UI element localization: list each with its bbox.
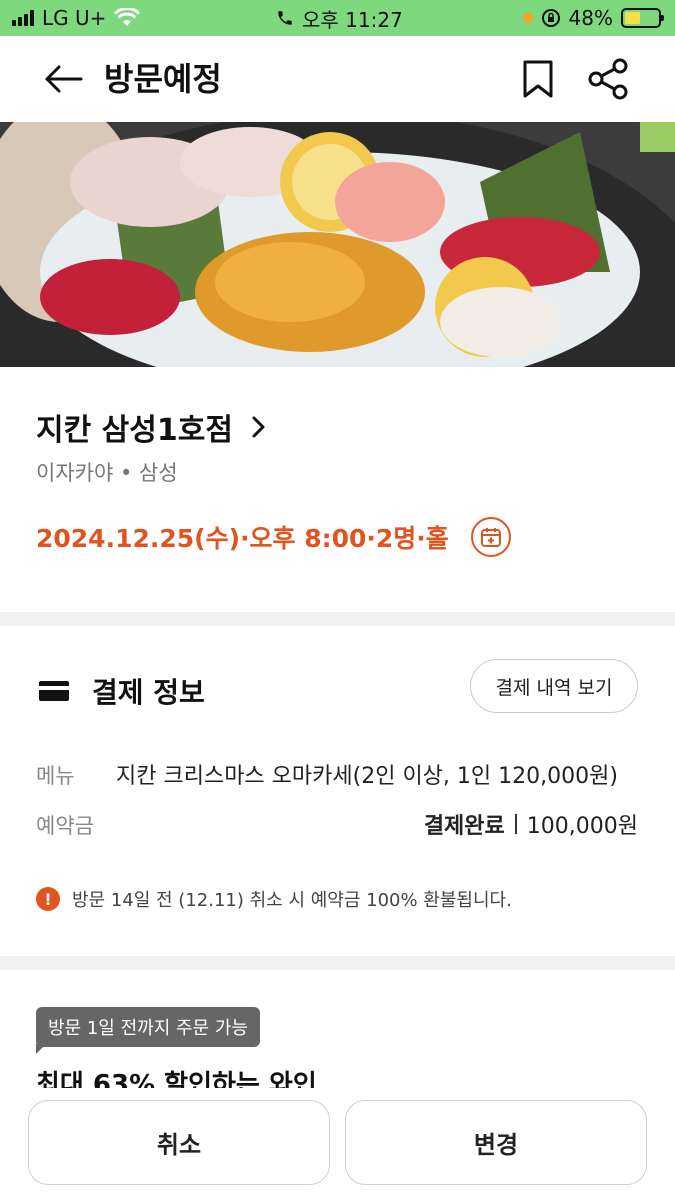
page-title: 방문예정 bbox=[104, 60, 222, 98]
restaurant-name-link[interactable]: 지칸 삼성1호점 bbox=[36, 405, 267, 449]
promo-badge-tail bbox=[36, 1044, 46, 1054]
bookmark-icon bbox=[523, 60, 553, 98]
chevron-right-icon bbox=[252, 416, 265, 438]
battery-percent: 48% bbox=[568, 6, 613, 30]
payment-title-row: 결제 정보 bbox=[38, 671, 205, 711]
deposit-value: 결제완료 100,000원 bbox=[424, 808, 638, 840]
calendar-add-icon bbox=[480, 528, 501, 547]
refund-notice-text: 방문 14일 전 (12.11) 취소 시 예약금 100% 환불됩니다. bbox=[72, 890, 512, 911]
payment-title: 결제 정보 bbox=[92, 676, 205, 709]
wifi-icon bbox=[114, 8, 141, 26]
info-icon: ! bbox=[36, 887, 60, 911]
section-divider bbox=[0, 956, 675, 970]
hero-food-image bbox=[0, 122, 675, 367]
payment-section: 결제 정보 결제 내역 보기 메뉴 지칸 크리스마스 오마카세(2인 이상, 1… bbox=[0, 626, 675, 956]
promo-badge: 방문 1일 전까지 주문 가능 bbox=[36, 1007, 260, 1047]
deposit-amount: 100,000원 bbox=[526, 814, 638, 839]
menu-label: 메뉴 bbox=[36, 764, 75, 788]
status-center: 오후 11:27 bbox=[276, 0, 403, 36]
change-button[interactable]: 변경 bbox=[345, 1100, 647, 1185]
cancel-button[interactable]: 취소 bbox=[28, 1100, 330, 1185]
share-icon bbox=[588, 58, 628, 100]
status-left: LG U+ bbox=[12, 0, 141, 36]
separator bbox=[514, 814, 517, 834]
add-to-calendar-button[interactable] bbox=[470, 517, 511, 557]
bookmark-button[interactable] bbox=[515, 56, 561, 102]
recording-dot-icon bbox=[522, 13, 533, 23]
back-button[interactable] bbox=[40, 58, 86, 100]
share-button[interactable] bbox=[586, 56, 632, 102]
menu-value: 지칸 크리스마스 오마카세(2인 이상, 1인 120,000원) bbox=[116, 764, 618, 789]
status-right: 48% bbox=[522, 0, 664, 36]
orientation-lock-icon bbox=[541, 9, 560, 27]
reservation-details: 2024.12.25(수)·오후 8:00·2명·홀 bbox=[36, 524, 449, 553]
phone-icon bbox=[278, 11, 292, 25]
restaurant-category-location: 이자카야 • 삼성 bbox=[36, 461, 178, 485]
restaurant-name: 지칸 삼성1호점 bbox=[36, 413, 233, 448]
deposit-label: 예약금 bbox=[36, 814, 94, 838]
reservation-row: 2024.12.25(수)·오후 8:00·2명·홀 bbox=[36, 517, 511, 557]
section-divider bbox=[0, 612, 675, 626]
battery-icon bbox=[621, 8, 664, 28]
restaurant-section: 지칸 삼성1호점 이자카야 • 삼성 2024.12.25(수)·오후 8:00… bbox=[0, 367, 675, 612]
deposit-status: 결제완료 bbox=[423, 814, 505, 839]
credit-card-icon bbox=[39, 681, 69, 701]
battery-fill bbox=[625, 12, 641, 24]
sashimi-platter-illustration bbox=[0, 122, 675, 367]
bottom-action-bar: 취소 변경 bbox=[0, 1088, 675, 1200]
status-bar: LG U+ 오후 11:27 48% bbox=[0, 0, 675, 36]
signal-icon bbox=[12, 10, 34, 26]
top-header: 방문예정 bbox=[0, 36, 675, 122]
back-arrow-icon bbox=[45, 65, 83, 93]
status-time: 오후 11:27 bbox=[302, 7, 403, 32]
payment-history-button[interactable]: 결제 내역 보기 bbox=[470, 659, 638, 713]
carrier-label: LG U+ bbox=[42, 6, 107, 30]
refund-notice: ! 방문 14일 전 (12.11) 취소 시 예약금 100% 환불됩니다. bbox=[36, 886, 512, 912]
